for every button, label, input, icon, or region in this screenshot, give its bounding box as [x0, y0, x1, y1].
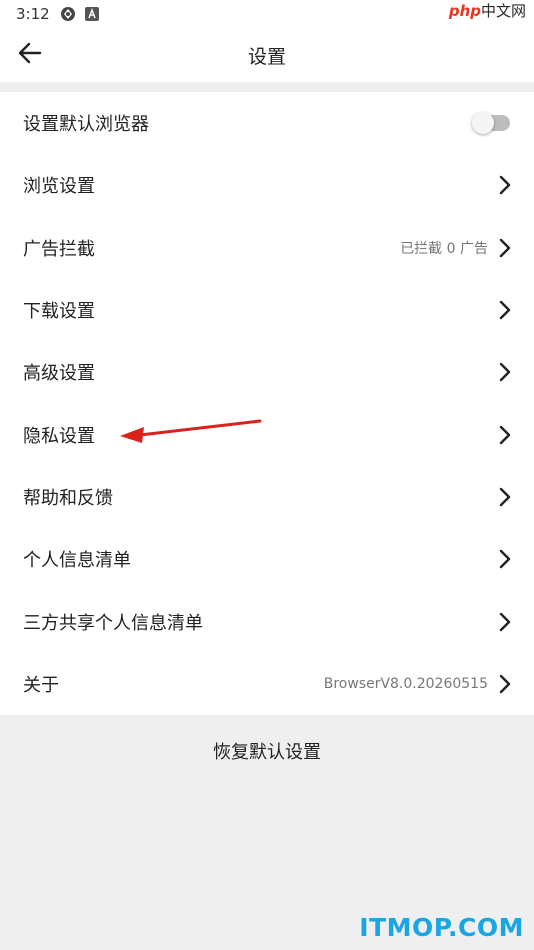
watermark-itmop: ITMOP.COM: [359, 913, 524, 942]
chevron-right-icon: [498, 549, 512, 569]
status-bar: 3:12 php中文网: [0, 0, 534, 28]
settings-item-label: 下载设置: [23, 301, 95, 323]
ad-block-count: 已拦截 0 广告: [400, 240, 488, 257]
settings-item-ad-block[interactable]: 广告拦截 已拦截 0 广告: [0, 217, 534, 279]
settings-item-third-party-info[interactable]: 三方共享个人信息清单: [0, 590, 534, 652]
settings-item-about[interactable]: 关于 BrowserV8.0.20260515: [0, 653, 534, 715]
settings-item-label: 三方共享个人信息清单: [23, 612, 203, 634]
settings-item-personal-info[interactable]: 个人信息清单: [0, 528, 534, 590]
status-time: 3:12: [16, 5, 50, 23]
settings-item-default-browser[interactable]: 设置默认浏览器: [0, 92, 534, 154]
chevron-right-icon: [498, 425, 512, 445]
settings-item-advanced[interactable]: 高级设置: [0, 341, 534, 403]
settings-item-label: 设置默认浏览器: [23, 114, 149, 136]
chevron-right-icon: [498, 238, 512, 258]
restore-defaults-button[interactable]: 恢复默认设置: [0, 716, 534, 786]
settings-item-label: 高级设置: [23, 363, 95, 385]
toggle-knob: [472, 112, 494, 135]
chevron-right-icon: [498, 612, 512, 632]
settings-item-download[interactable]: 下载设置: [0, 279, 534, 341]
divider: [0, 82, 534, 92]
sync-icon: [60, 6, 76, 26]
settings-item-label: 关于: [23, 674, 59, 696]
settings-list: 设置默认浏览器 浏览设置 广告拦截 已拦截 0 广告 下载设置 高级设置 隐私设…: [0, 92, 534, 715]
chevron-right-icon: [498, 300, 512, 320]
settings-item-label: 帮助和反馈: [23, 487, 113, 509]
annotation-arrow-icon: [118, 414, 264, 448]
settings-item-label: 广告拦截: [23, 238, 95, 260]
settings-item-browsing[interactable]: 浏览设置: [0, 154, 534, 216]
watermark-brand: php: [448, 2, 481, 20]
settings-item-label: 浏览设置: [23, 176, 95, 198]
app-bar: 设置: [0, 28, 534, 82]
settings-item-label: 个人信息清单: [23, 550, 131, 572]
a-icon: [85, 6, 99, 25]
app-version: BrowserV8.0.20260515: [323, 675, 488, 692]
watermark-suffix: 中文网: [480, 2, 526, 20]
settings-item-help-feedback[interactable]: 帮助和反馈: [0, 466, 534, 528]
chevron-right-icon: [498, 487, 512, 507]
default-browser-toggle[interactable]: [472, 112, 510, 135]
chevron-right-icon: [498, 674, 512, 694]
chevron-right-icon: [498, 175, 512, 195]
settings-item-privacy[interactable]: 隐私设置: [0, 403, 534, 465]
watermark-php-logo: php中文网: [449, 0, 526, 22]
chevron-right-icon: [498, 362, 512, 382]
page-title: 设置: [247, 46, 286, 68]
